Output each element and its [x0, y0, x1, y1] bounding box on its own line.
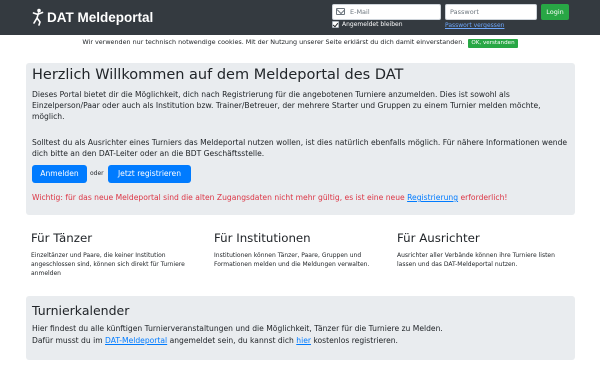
- cookie-text: Wir verwenden nur technisch notwendige c…: [82, 38, 465, 46]
- feature-dancers-text: Einzeltänzer und Paare, die keiner Insti…: [31, 252, 185, 277]
- feature-organizers-title: Für Ausrichter: [397, 231, 480, 245]
- calendar-line1: Hier findest du alle künftigen Turnierve…: [32, 324, 443, 333]
- credentials-warning: Wichtig: für das neue Meldeportal sind d…: [32, 193, 507, 202]
- login-button[interactable]: Login: [541, 4, 569, 20]
- remember-me-checkbox[interactable]: Angemeldet bleiben: [332, 21, 403, 28]
- warning-text-end: erforderlich!: [458, 193, 508, 202]
- navbar: DAT Meldeportal Angemeldet bleiben Passw…: [0, 0, 600, 35]
- tournament-calendar-panel: Turnierkalender Hier findest du alle kün…: [26, 296, 575, 360]
- or-separator: oder: [90, 170, 104, 177]
- calendar-line2-end: kostenlos registrieren.: [310, 336, 398, 345]
- password-input[interactable]: [445, 4, 537, 20]
- calendar-text: Hier findest du alle künftigen Turnierve…: [32, 323, 572, 347]
- feature-organizers-text: Ausrichter aller Verbände können ihre Tu…: [397, 252, 555, 268]
- checkbox-checked-icon[interactable]: [332, 21, 339, 28]
- welcome-organizer-text: Solltest du als Ausrichter eines Turnier…: [32, 138, 568, 158]
- calendar-line2-start: Dafür musst du im: [32, 336, 106, 345]
- welcome-panel: Herzlich Willkommen auf dem Meldeportal …: [26, 63, 575, 215]
- cookie-notice: Wir verwenden nur technisch notwendige c…: [0, 36, 600, 49]
- brand-link[interactable]: DAT Meldeportal: [32, 8, 153, 26]
- cookie-accept-button[interactable]: OK, verstanden: [468, 39, 518, 48]
- envelope-icon: [336, 8, 345, 15]
- calendar-line2-middle: angemeldet sein, du kannst dich: [167, 336, 297, 345]
- register-button[interactable]: Jetzt registrieren: [108, 165, 191, 183]
- dancer-logo-icon: [32, 8, 44, 26]
- register-here-link[interactable]: hier: [296, 336, 311, 345]
- feature-institutions-title: Für Institutionen: [214, 231, 311, 245]
- calendar-title: Turnierkalender: [32, 303, 130, 318]
- feature-institutions-text: Institutionen können Tänzer, Paare, Grup…: [214, 252, 370, 268]
- forgot-password-link[interactable]: Passwort vergessen: [445, 22, 504, 29]
- feature-organizers: Für Ausrichter Ausrichter aller Verbände…: [397, 231, 569, 269]
- email-input[interactable]: [332, 4, 441, 20]
- welcome-intro-text: Dieses Portal bietet dir die Möglichkeit…: [32, 90, 541, 121]
- warning-text-start: Wichtig: für das neue Meldeportal sind d…: [32, 193, 408, 202]
- welcome-title: Herzlich Willkommen auf dem Meldeportal …: [32, 67, 404, 83]
- anmelden-button[interactable]: Anmelden: [32, 165, 87, 183]
- meldeportal-link[interactable]: DAT-Meldeportal: [105, 336, 167, 345]
- feature-institutions: Für Institutionen Institutionen können T…: [214, 231, 386, 269]
- feature-dancers: Für Tänzer Einzeltänzer und Paare, die k…: [31, 231, 203, 278]
- feature-dancers-title: Für Tänzer: [31, 231, 93, 245]
- remember-me-label: Angemeldet bleiben: [342, 21, 403, 28]
- registration-link[interactable]: Registrierung: [407, 193, 458, 202]
- brand-title: DAT Meldeportal: [47, 9, 154, 25]
